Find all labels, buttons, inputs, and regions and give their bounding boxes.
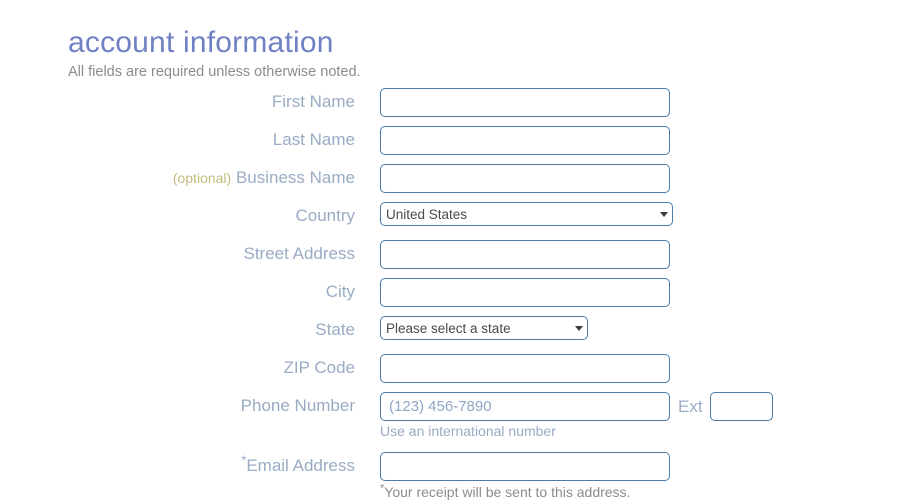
form-required-note: All fields are required unless otherwise… [68,64,361,80]
field-first-name [380,88,670,117]
label-phone-number: Phone Number [241,392,355,420]
email-address-input[interactable] [380,452,670,481]
field-email-address [380,452,670,481]
business-name-optional-tag: (optional) [172,170,232,186]
first-name-input[interactable] [380,88,670,117]
form-row-first-name: First Name [0,88,900,126]
business-name-input[interactable] [380,164,670,193]
form-row-country: Country United States [0,202,900,240]
zip-code-input[interactable] [380,354,670,383]
email-receipt-note: *Your receipt will be sent to this addre… [380,483,631,500]
label-city: City [326,278,355,306]
email-note-text: Your receipt will be sent to this addres… [384,484,631,500]
label-country: Country [295,202,355,230]
state-select-value: Please select a state [386,320,511,336]
form-row-last-name: Last Name [0,126,900,164]
phone-ext-input[interactable] [709,392,773,421]
field-last-name [380,126,670,155]
label-country-text: Country [295,206,355,225]
form-row-phone-number: Phone Number Ext Use an international nu… [0,392,900,439]
label-street-address: Street Address [243,240,355,268]
label-last-name-text: Last Name [272,130,355,149]
state-select[interactable]: Please select a state [380,316,588,340]
label-state-text: State [315,320,355,339]
form-row-email-address: *Email Address *Your receipt will be sen… [0,452,900,500]
street-address-input[interactable] [380,240,670,269]
form-row-zip-code: ZIP Code [0,354,900,392]
field-country: United States [380,202,673,226]
field-state: Please select a state [380,316,588,340]
form-row-business-name: (optional) Business Name [0,164,900,202]
last-name-input[interactable] [380,126,670,155]
field-street-address [380,240,670,269]
label-city-text: City [325,282,355,301]
city-input[interactable] [380,278,670,307]
chevron-down-icon [575,325,583,331]
label-phone-number-text: Phone Number [240,396,355,415]
page-title: account information [68,26,334,60]
label-zip-code: ZIP Code [283,354,355,382]
field-zip-code [380,354,670,383]
phone-number-input[interactable] [380,392,670,421]
chevron-down-icon [660,211,668,217]
label-business-name: (optional) Business Name [173,164,355,192]
form-row-state: State Please select a state [0,316,900,354]
label-state: State [315,316,355,344]
phone-helper-spacer [0,430,900,452]
label-zip-code-text: ZIP Code [283,358,355,377]
account-information-form: First Name Last Name (optional) Business… [0,88,900,500]
ext-label: Ext [678,396,703,416]
country-select-value: United States [386,206,468,222]
label-email-address-text: Email Address [246,456,355,475]
country-select[interactable]: United States [380,202,673,226]
label-street-address-text: Street Address [243,244,355,263]
label-first-name: First Name [272,88,355,116]
form-row-city: City [0,278,900,316]
account-information-page: account information All fields are requi… [0,0,900,500]
field-business-name [380,164,670,193]
label-business-name-text: Business Name [235,168,355,187]
form-row-street-address: Street Address [0,240,900,278]
label-email-address: *Email Address [241,452,355,480]
label-last-name: Last Name [273,126,355,154]
field-city [380,278,670,307]
field-phone-number: Ext [380,392,773,421]
label-first-name-text: First Name [271,92,355,111]
